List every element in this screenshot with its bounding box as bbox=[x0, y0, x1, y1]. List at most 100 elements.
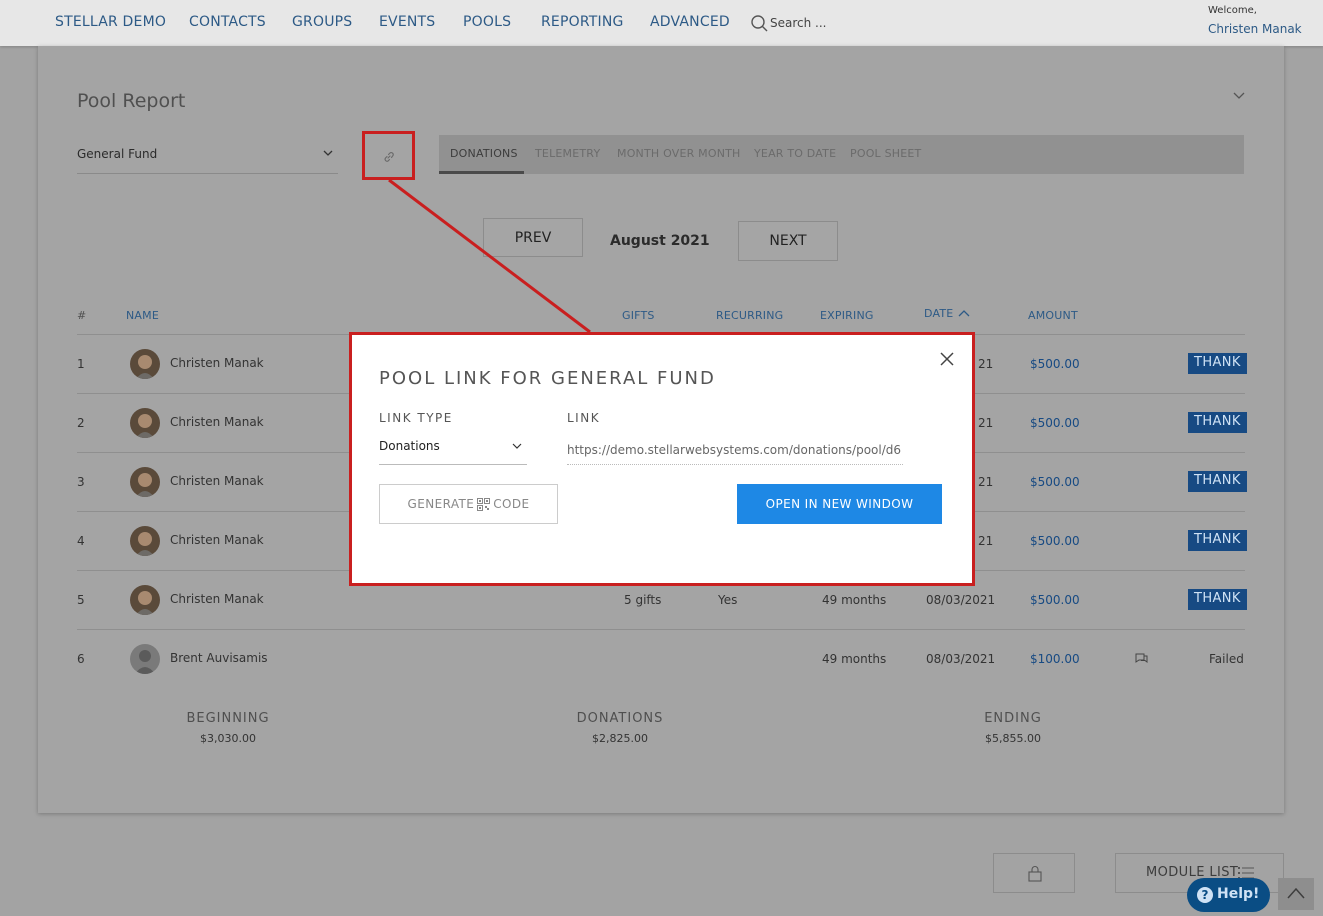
table-row-date: 21 bbox=[978, 534, 994, 548]
table-row-name[interactable]: Christen Manak bbox=[170, 356, 264, 370]
avatar bbox=[130, 585, 160, 615]
avatar bbox=[130, 526, 160, 556]
thank-button[interactable]: THANK bbox=[1188, 471, 1247, 492]
avatar bbox=[130, 408, 160, 438]
table-row-date: 21 bbox=[978, 357, 994, 371]
tab-month-over-month[interactable]: MONTH OVER MONTH bbox=[617, 147, 741, 160]
active-tab-indicator bbox=[439, 171, 524, 174]
help-button[interactable]: ? Help! bbox=[1187, 878, 1270, 912]
table-row-amount[interactable]: $500.00 bbox=[1030, 534, 1080, 548]
summary-beginning-label: BEGINNING bbox=[186, 711, 270, 726]
chevron-down-icon bbox=[323, 150, 333, 156]
status-failed: Failed bbox=[1209, 652, 1244, 666]
top-navigation: STELLAR DEMO CONTACTS GROUPS EVENTS POOL… bbox=[0, 0, 1323, 46]
header-date[interactable]: DATE bbox=[924, 307, 953, 320]
link-type-label: LINK TYPE bbox=[379, 411, 453, 425]
nav-advanced[interactable]: ADVANCED bbox=[650, 14, 730, 30]
nav-reporting[interactable]: REPORTING bbox=[541, 14, 624, 30]
close-icon[interactable] bbox=[940, 352, 954, 366]
avatar bbox=[130, 644, 160, 674]
tab-donations[interactable]: DONATIONS bbox=[450, 147, 518, 160]
chevron-down-icon[interactable] bbox=[1232, 90, 1246, 102]
report-tabs: DONATIONS TELEMETRY MONTH OVER MONTH YEA… bbox=[439, 135, 1244, 174]
table-row-num: 6 bbox=[77, 652, 85, 666]
table-row-expiring: 49 months bbox=[822, 652, 887, 666]
table-row-num: 5 bbox=[77, 593, 85, 607]
month-label: August 2021 bbox=[610, 233, 710, 249]
link-url-input[interactable] bbox=[567, 435, 903, 465]
thank-button[interactable]: THANK bbox=[1188, 589, 1247, 610]
summary-donations-value: $2,825.00 bbox=[592, 732, 648, 745]
table-row-num: 1 bbox=[77, 357, 85, 371]
nav-contacts[interactable]: CONTACTS bbox=[189, 14, 266, 30]
modal-title: POOL LINK FOR GENERAL FUND bbox=[379, 368, 716, 389]
nav-stellar-demo[interactable]: STELLAR DEMO bbox=[55, 14, 166, 30]
table-row-num: 3 bbox=[77, 475, 85, 489]
avatar bbox=[130, 467, 160, 497]
open-in-new-window-button[interactable]: OPEN IN NEW WINDOW bbox=[737, 484, 942, 524]
table-row-date: 08/03/2021 bbox=[926, 652, 996, 666]
search-placeholder: Search ... bbox=[770, 16, 827, 30]
search-box[interactable]: Search ... bbox=[750, 14, 826, 32]
table-row-name[interactable]: Christen Manak bbox=[170, 533, 264, 547]
tab-telemetry[interactable]: TELEMETRY bbox=[535, 147, 600, 160]
table-row-date: 21 bbox=[978, 475, 994, 489]
help-label: Help! bbox=[1217, 886, 1260, 902]
search-icon bbox=[751, 15, 768, 32]
lock-button[interactable] bbox=[993, 853, 1075, 893]
header-expiring[interactable]: EXPIRING bbox=[820, 309, 874, 322]
table-row-expiring: 49 months bbox=[822, 593, 887, 607]
table-row-amount[interactable]: $100.00 bbox=[1030, 652, 1080, 666]
nav-groups[interactable]: GROUPS bbox=[292, 14, 352, 30]
header-recurring[interactable]: RECURRING bbox=[716, 309, 783, 322]
link-label: LINK bbox=[567, 411, 601, 425]
link-type-select[interactable]: Donations bbox=[379, 435, 527, 465]
fund-select[interactable]: General Fund bbox=[77, 143, 338, 174]
next-button[interactable]: NEXT bbox=[738, 221, 838, 261]
scroll-top-button[interactable] bbox=[1278, 878, 1314, 910]
generate-label: GENERATE bbox=[407, 497, 475, 511]
table-row-name[interactable]: Christen Manak bbox=[170, 592, 264, 606]
summary-beginning-value: $3,030.00 bbox=[200, 732, 256, 745]
chevron-down-icon bbox=[512, 443, 522, 449]
generate-qr-code-button[interactable]: GENERATE CODE bbox=[379, 484, 558, 524]
table-row-amount[interactable]: $500.00 bbox=[1030, 357, 1080, 371]
pool-link-button[interactable] bbox=[362, 131, 415, 180]
tab-year-to-date[interactable]: YEAR TO DATE bbox=[754, 147, 836, 160]
qr-code-icon bbox=[477, 497, 491, 511]
summary-ending-value: $5,855.00 bbox=[985, 732, 1041, 745]
nav-pools[interactable]: POOLS bbox=[463, 14, 511, 30]
header-gifts[interactable]: GIFTS bbox=[622, 309, 655, 322]
prev-button[interactable]: PREV bbox=[483, 218, 583, 257]
nav-events[interactable]: EVENTS bbox=[379, 14, 435, 30]
sort-up-icon[interactable] bbox=[957, 308, 971, 318]
table-row-amount[interactable]: $500.00 bbox=[1030, 416, 1080, 430]
comment-icon[interactable] bbox=[1134, 652, 1149, 665]
thank-button[interactable]: THANK bbox=[1188, 530, 1247, 551]
help-question-icon: ? bbox=[1197, 887, 1213, 903]
table-row-name[interactable]: Christen Manak bbox=[170, 474, 264, 488]
table-row-amount[interactable]: $500.00 bbox=[1030, 475, 1080, 489]
link-icon bbox=[384, 152, 394, 162]
lock-icon bbox=[1028, 866, 1042, 882]
table-row-date: 08/03/2021 bbox=[926, 593, 996, 607]
table-row-gifts: 5 gifts bbox=[624, 593, 662, 607]
arrow-up-icon bbox=[1287, 887, 1305, 899]
user-name-link[interactable]: Christen Manak bbox=[1208, 22, 1302, 36]
tab-pool-sheet[interactable]: POOL SHEET bbox=[850, 147, 921, 160]
header-num: # bbox=[77, 309, 87, 322]
table-row-amount[interactable]: $500.00 bbox=[1030, 593, 1080, 607]
table-row-name[interactable]: Brent Auvisamis bbox=[170, 651, 268, 665]
header-name[interactable]: NAME bbox=[126, 309, 159, 322]
header-amount[interactable]: AMOUNT bbox=[1028, 309, 1078, 322]
table-row-num: 2 bbox=[77, 416, 85, 430]
table-row-name[interactable]: Christen Manak bbox=[170, 415, 264, 429]
thank-button[interactable]: THANK bbox=[1188, 353, 1247, 374]
summary-ending-label: ENDING bbox=[984, 711, 1042, 726]
row-divider bbox=[77, 629, 1245, 630]
pool-link-modal: POOL LINK FOR GENERAL FUND LINK TYPE Don… bbox=[349, 332, 975, 586]
thank-button[interactable]: THANK bbox=[1188, 412, 1247, 433]
table-row-date: 21 bbox=[978, 416, 994, 430]
link-type-value: Donations bbox=[379, 439, 440, 453]
summary-donations-label: DONATIONS bbox=[576, 711, 664, 726]
